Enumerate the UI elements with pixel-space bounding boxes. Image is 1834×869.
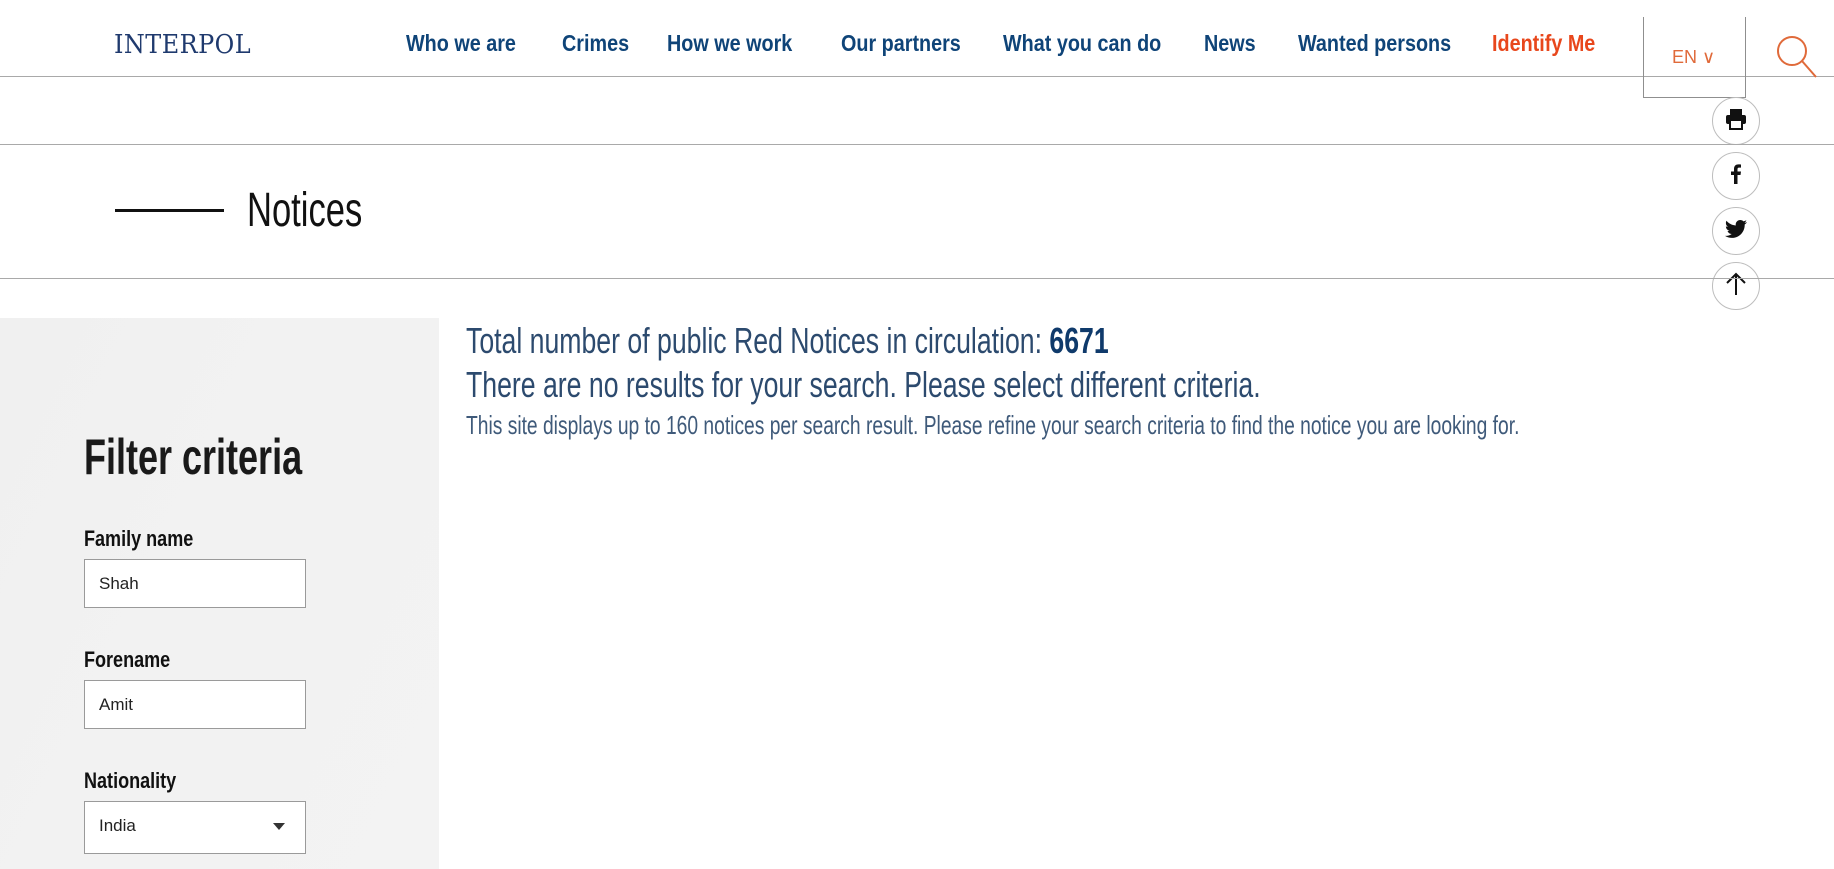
title-divider-top — [0, 144, 1834, 145]
nav-our-partners[interactable]: Our partners — [841, 30, 961, 57]
print-icon — [1724, 107, 1748, 136]
nationality-select[interactable]: India — [84, 801, 306, 854]
filter-title: Filter criteria — [84, 429, 303, 485]
language-selector[interactable]: EN ∨ — [1643, 17, 1746, 98]
total-notices-label: Total number of public Red Notices in ci… — [466, 320, 1050, 361]
arrow-up-icon — [1723, 271, 1749, 302]
nationality-selected-value: India — [99, 816, 136, 835]
total-notices-count: 6671 — [1049, 320, 1109, 361]
nav-what-you-can-do[interactable]: What you can do — [1003, 30, 1161, 57]
twitter-share-button[interactable] — [1712, 207, 1760, 255]
nationality-label: Nationality — [84, 768, 177, 793]
title-divider-bottom — [0, 278, 1834, 279]
facebook-icon — [1724, 162, 1748, 191]
results-limit-info: This site displays up to 160 notices per… — [466, 410, 1520, 440]
interpol-logo[interactable]: INTERPOL — [114, 30, 251, 60]
search-icon[interactable] — [1775, 34, 1819, 80]
title-dash-decoration — [115, 209, 224, 212]
forename-input[interactable] — [84, 680, 306, 729]
total-notices-text: Total number of public Red Notices in ci… — [466, 320, 1109, 362]
back-to-top-button[interactable] — [1712, 262, 1760, 310]
family-name-label: Family name — [84, 526, 194, 551]
family-name-input[interactable] — [84, 559, 306, 608]
dropdown-arrow-icon — [273, 823, 285, 830]
forename-label: Forename — [84, 647, 171, 672]
no-results-message: There are no results for your search. Pl… — [466, 364, 1261, 405]
nav-how-we-work[interactable]: How we work — [667, 30, 792, 57]
nav-news[interactable]: News — [1204, 30, 1256, 57]
page-title: Notices — [247, 184, 363, 237]
language-label: EN ∨ — [1672, 47, 1716, 67]
facebook-share-button[interactable] — [1712, 152, 1760, 200]
twitter-icon — [1724, 217, 1748, 246]
nav-identify-me[interactable]: Identify Me — [1492, 30, 1595, 57]
header-divider — [0, 76, 1834, 77]
print-button[interactable] — [1712, 97, 1760, 145]
nav-crimes[interactable]: Crimes — [562, 30, 629, 57]
nav-who-we-are[interactable]: Who we are — [406, 30, 516, 57]
nav-wanted-persons[interactable]: Wanted persons — [1298, 30, 1451, 57]
